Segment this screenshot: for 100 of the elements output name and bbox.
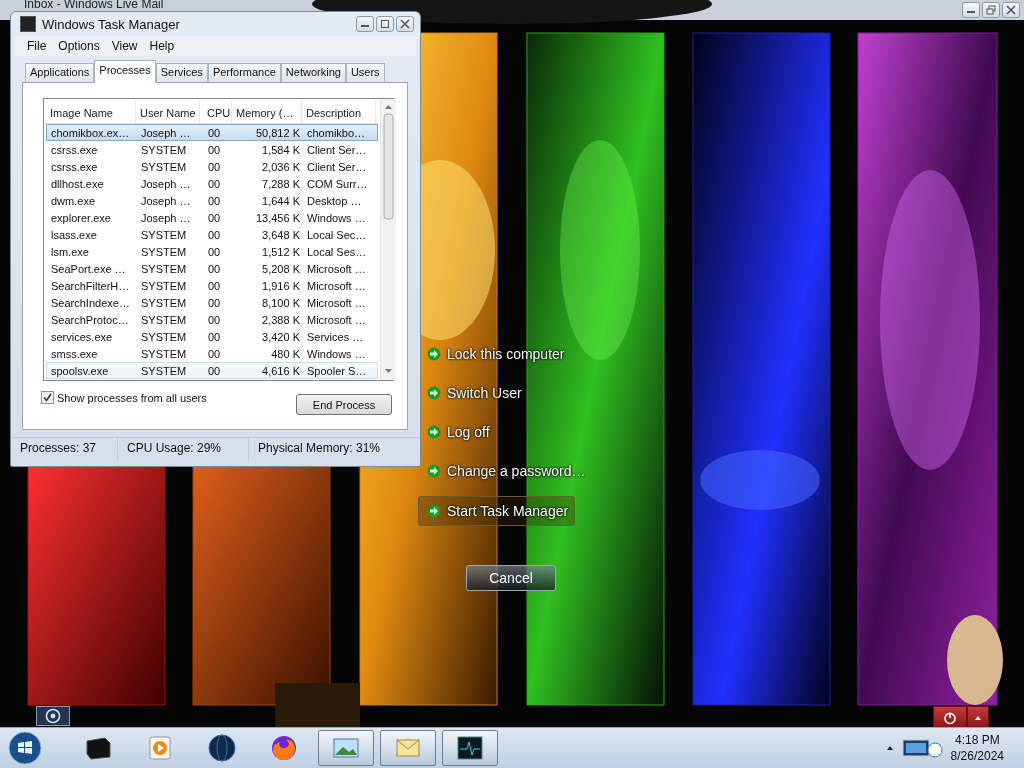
process-row[interactable]: chomikbox.ex… Joseph … 00 50,812 K chomikbo… [46,124,378,141]
column-header[interactable]: Image Name [46,101,136,123]
table-cell-text: SYSTEM [140,160,188,173]
tab[interactable]: Applications [25,63,95,82]
table-cell-text: 5,208 K [261,262,301,275]
end-process-button[interactable]: End Process [296,394,392,415]
column-header[interactable]: CPU [200,101,232,123]
checkbox-label: Show processes from all users [57,391,207,404]
table-cell-text: 00 [207,228,222,241]
tab[interactable]: Networking [280,63,346,82]
column-header[interactable]: User Name [136,101,200,123]
tab[interactable]: Performance [207,63,281,82]
table-cell-text: SYSTEM [140,262,188,275]
menu-item[interactable]: File [23,39,51,53]
table-cell-text: SearchIndexe… [50,296,131,309]
process-row[interactable]: SearchFilterH… SYSTEM 00 1,916 K Microsoft … [46,277,378,294]
process-row[interactable]: dwm.exe Joseph … 00 1,644 K Desktop … [46,192,378,209]
network-icon[interactable] [900,736,945,760]
table-cell-text: 3,648 K [261,228,301,241]
app-icon [20,16,36,32]
tab[interactable]: Users [345,63,385,82]
process-row[interactable]: lsm.exe SYSTEM 00 1,512 K Local Ses… [46,243,378,260]
clock[interactable]: 4:18 PM 8/26/2024 [950,732,1004,764]
restore-button[interactable] [982,2,1000,18]
table-cell-text: spoolsv.exe [50,364,110,377]
table-cell-text: SYSTEM [140,364,188,377]
start-button[interactable] [8,731,42,765]
close-button[interactable] [1002,2,1020,18]
browser-icon [269,733,299,763]
process-row[interactable]: spoolsv.exe SYSTEM 00 4,616 K Spooler S… [46,362,378,379]
option-link[interactable]: Start Task Manager [418,496,576,526]
table-cell-text: Microsoft … [306,279,367,292]
menu-item[interactable]: Help [145,39,179,53]
table-cell-text: 8,100 K [261,296,301,309]
table-cell-text: Services … [306,330,365,343]
process-row[interactable]: SearchIndexe… SYSTEM 00 8,100 K Microsoft … [46,294,378,311]
table-cell-text: Local Sec… [306,228,368,241]
table-cell-text: 50,812 K [254,126,301,139]
menu-item[interactable]: View [107,39,142,53]
table-cell-text: 480 K [270,347,301,360]
options-arrow-button[interactable] [967,706,989,729]
table-cell-text: Windows … [306,211,367,224]
close-icon [400,19,410,29]
process-row[interactable]: SeaPort.exe … SYSTEM 00 5,208 K Microsoft … [46,260,378,277]
table-cell-text: 3,420 K [261,330,301,343]
column-header[interactable]: Description [302,101,376,123]
process-row[interactable]: explorer.exe Joseph … 00 13,456 K Windows … [46,209,378,226]
checkbox[interactable] [41,391,54,404]
table-cell-text: Client Ser… [306,143,368,156]
table-cell-text: SYSTEM [140,313,188,326]
process-row[interactable]: csrss.exe SYSTEM 00 2,036 K Client Ser… [46,158,378,175]
taskbar-button[interactable] [442,730,498,766]
caret-icon [885,744,894,752]
cancel-button[interactable]: Cancel [466,565,556,591]
tab[interactable]: Services [155,63,208,82]
table-cell-text: 00 [207,194,222,207]
maximize-icon [380,19,390,29]
table-cell-text: SYSTEM [140,330,188,343]
table-cell-text: SYSTEM [140,279,188,292]
minimize-button[interactable] [356,16,374,32]
minimize-button[interactable] [962,2,980,18]
process-row[interactable]: smss.exe SYSTEM 00 480 K Windows … [46,345,378,362]
window-title: Inbox - Windows Live Mail [24,0,164,11]
menu-item[interactable]: Options [54,39,104,53]
table-cell-text: smss.exe [50,347,99,360]
table-cell-text: 00 [207,262,222,275]
table-cell-text: SYSTEM [140,143,188,156]
table-cell-text: 00 [207,160,222,173]
restore-icon [986,5,996,15]
column-header[interactable]: Memory (… [232,101,302,123]
process-row[interactable]: services.exe SYSTEM 00 3,420 K Services … [46,328,378,345]
option-link[interactable]: Log off [418,418,497,446]
maximize-button[interactable] [376,16,394,32]
table-cell-text: SYSTEM [140,245,188,258]
close-button[interactable] [396,16,414,32]
table-cell-text: explorer.exe [50,211,112,224]
table-cell-text: COM Surr… [306,177,369,190]
table-cell-text: 00 [207,330,222,343]
table-cell-text: services.exe [50,330,114,343]
process-row[interactable]: lsass.exe SYSTEM 00 3,648 K Local Sec… [46,226,378,243]
table-cell-text: 00 [207,313,222,326]
power-button[interactable] [933,706,967,729]
tab[interactable]: Processes [94,60,156,83]
table-cell-text: 1,644 K [261,194,301,207]
table-cell-text: 2,036 K [261,160,301,173]
window-title: Windows Task Manager [42,16,181,32]
table-cell-text: Desktop … [306,194,363,207]
table-cell-text: Client Ser… [306,160,368,173]
table-cell-text: 00 [207,296,222,309]
table-cell-text: 00 [207,177,222,190]
table-cell-text: 13,456 K [254,211,301,224]
table-cell-text: SearchFilterH… [50,279,131,292]
status-text: Physical Memory: 31% [257,440,382,457]
arrow-icon [427,425,441,439]
scrollbar[interactable] [380,99,396,380]
process-row[interactable]: csrss.exe SYSTEM 00 1,584 K Client Ser… [46,141,378,158]
gadget-icon[interactable] [36,706,70,726]
power-icon [943,710,957,725]
process-row[interactable]: SearchProtoc… SYSTEM 00 2,388 K Microsoft … [46,311,378,328]
process-row[interactable]: dllhost.exe Joseph … 00 7,288 K COM Surr… [46,175,378,192]
